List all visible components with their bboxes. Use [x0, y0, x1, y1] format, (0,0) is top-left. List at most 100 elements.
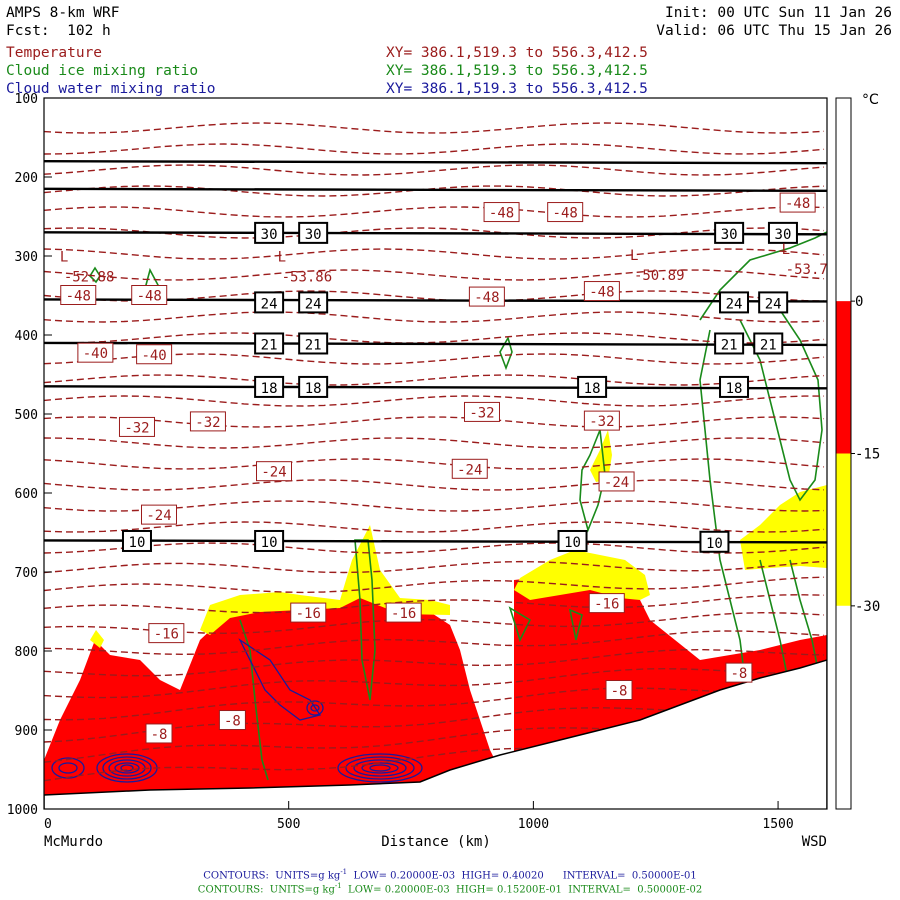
isotherm-line — [44, 248, 825, 260]
minimum-value: -53.7 — [786, 262, 828, 278]
theta-label: 18 — [298, 375, 329, 398]
y-tick-label: 500 — [15, 408, 38, 423]
theta-label-text: 24 — [305, 296, 322, 312]
temperature-label: -8 — [725, 662, 753, 683]
temperature-label: -32 — [583, 410, 620, 431]
theta-label-text: 21 — [721, 337, 738, 353]
temperature-label: -48 — [547, 202, 584, 223]
theta-label: 24 — [298, 291, 329, 314]
temperature-label-text: -8 — [611, 684, 628, 700]
theta-label-text: 30 — [721, 227, 738, 243]
temperature-label-text: -16 — [594, 597, 619, 613]
colorbar-band — [836, 301, 851, 454]
minimum-value: -52.88 — [64, 270, 115, 286]
x-axis-title: Distance (km) — [381, 834, 491, 850]
temperature-label: -32 — [463, 401, 500, 422]
x-tick-label: 1500 — [762, 817, 793, 832]
temperature-label: -16 — [588, 593, 625, 614]
x-tick-label: 500 — [277, 817, 300, 832]
theta-label-text: 10 — [129, 535, 146, 551]
y-tick-label: 600 — [15, 487, 38, 502]
temperature-label-text: -32 — [589, 414, 614, 430]
colorbar-band — [836, 605, 851, 809]
temperature-label: -48 — [468, 286, 505, 307]
temperature-label-text: -16 — [296, 606, 321, 622]
isotherm-line — [44, 416, 825, 428]
temperature-label-text: -8 — [730, 666, 747, 682]
temperature-label: -24 — [451, 458, 488, 479]
y-tick-label: 200 — [15, 171, 38, 186]
temperature-label-text: -48 — [137, 289, 162, 305]
theta-label-text: 30 — [775, 227, 792, 243]
theta-label-text: 10 — [706, 536, 723, 552]
temperature-label-text: -32 — [195, 415, 220, 431]
minimum-marker: L — [60, 250, 68, 266]
temperature-label-text: -48 — [553, 206, 578, 222]
y-tick-label: 900 — [15, 724, 38, 739]
cold-shading-east — [740, 485, 827, 570]
temperature-label-text: -24 — [146, 508, 171, 524]
theta-label-text: 10 — [564, 535, 581, 551]
colorbar-tick-label: -15 — [855, 447, 880, 463]
temperature-label-text: -16 — [154, 627, 179, 643]
minimum-marker: L — [782, 242, 790, 258]
minima: L -52.88 L -53.86 L -50.89 L -53.7 — [60, 242, 828, 286]
theta-label: 30 — [254, 221, 285, 244]
temperature-label: -24 — [256, 461, 293, 482]
theta-label: 21 — [753, 332, 784, 355]
theta-label: 18 — [254, 375, 285, 398]
theta-label-text: 18 — [584, 381, 601, 397]
theta-label: 24 — [758, 291, 789, 314]
temperature-label: -24 — [598, 471, 635, 492]
isotherm-line — [44, 332, 825, 344]
isotherm-line — [44, 269, 825, 281]
y-tick-label: 700 — [15, 566, 38, 581]
theta-label-text: 24 — [261, 296, 278, 312]
colorbar-tick-label: 0 — [855, 294, 863, 310]
temperature-label-text: -24 — [457, 462, 482, 478]
theta-label: 30 — [714, 221, 745, 244]
isotherm-line — [44, 560, 825, 574]
y-tick-label: 1000 — [7, 803, 38, 818]
theta-label: 24 — [719, 291, 750, 314]
x-axis-left-endpoint: McMurdo — [44, 834, 103, 850]
theta-label-text: 18 — [261, 381, 278, 397]
theta-line — [44, 187, 827, 193]
theta-label: 10 — [699, 530, 730, 553]
temperature-label-text: -24 — [261, 465, 286, 481]
temperature-label: -48 — [131, 285, 168, 305]
temperature-label: -32 — [189, 411, 226, 432]
minimum-marker: L — [630, 248, 638, 264]
temperature-label: -32 — [118, 416, 155, 437]
isotherm-line — [44, 479, 825, 491]
isotherm-line — [44, 458, 825, 470]
theta-label: 30 — [767, 221, 798, 244]
theta-label-text: 30 — [261, 227, 278, 243]
theta-label-text: 18 — [726, 381, 743, 397]
x-axis-right-endpoint: WSD — [802, 834, 827, 850]
isotherm-line — [44, 576, 825, 594]
temperature-label: -40 — [77, 342, 114, 363]
temperature-label-text: -16 — [391, 606, 416, 622]
theta-line — [44, 160, 827, 165]
y-tick-label: 300 — [15, 250, 38, 265]
theta-label-text: 21 — [261, 337, 278, 353]
theta-label: 21 — [714, 332, 745, 355]
temperature-label: -8 — [145, 723, 173, 744]
temperature-label: -16 — [290, 602, 327, 623]
theta-label-text: 10 — [261, 535, 278, 551]
temperature-label-text: -40 — [141, 348, 166, 364]
theta-label: 30 — [298, 221, 329, 244]
y-tick-label: 800 — [15, 645, 38, 660]
isotherm-line — [44, 311, 825, 323]
temperature-label: -16 — [148, 623, 185, 644]
theta-label: 24 — [254, 291, 285, 314]
theta-line — [44, 385, 827, 390]
theta-label-text: 30 — [305, 227, 322, 243]
y-tick-label: 100 — [15, 92, 38, 107]
theta-label: 10 — [121, 529, 152, 552]
cold-shading-west-spot — [90, 630, 104, 648]
minimum-marker: L — [278, 250, 286, 266]
temperature-label-text: -48 — [66, 289, 91, 305]
theta-label: 10 — [557, 529, 588, 552]
